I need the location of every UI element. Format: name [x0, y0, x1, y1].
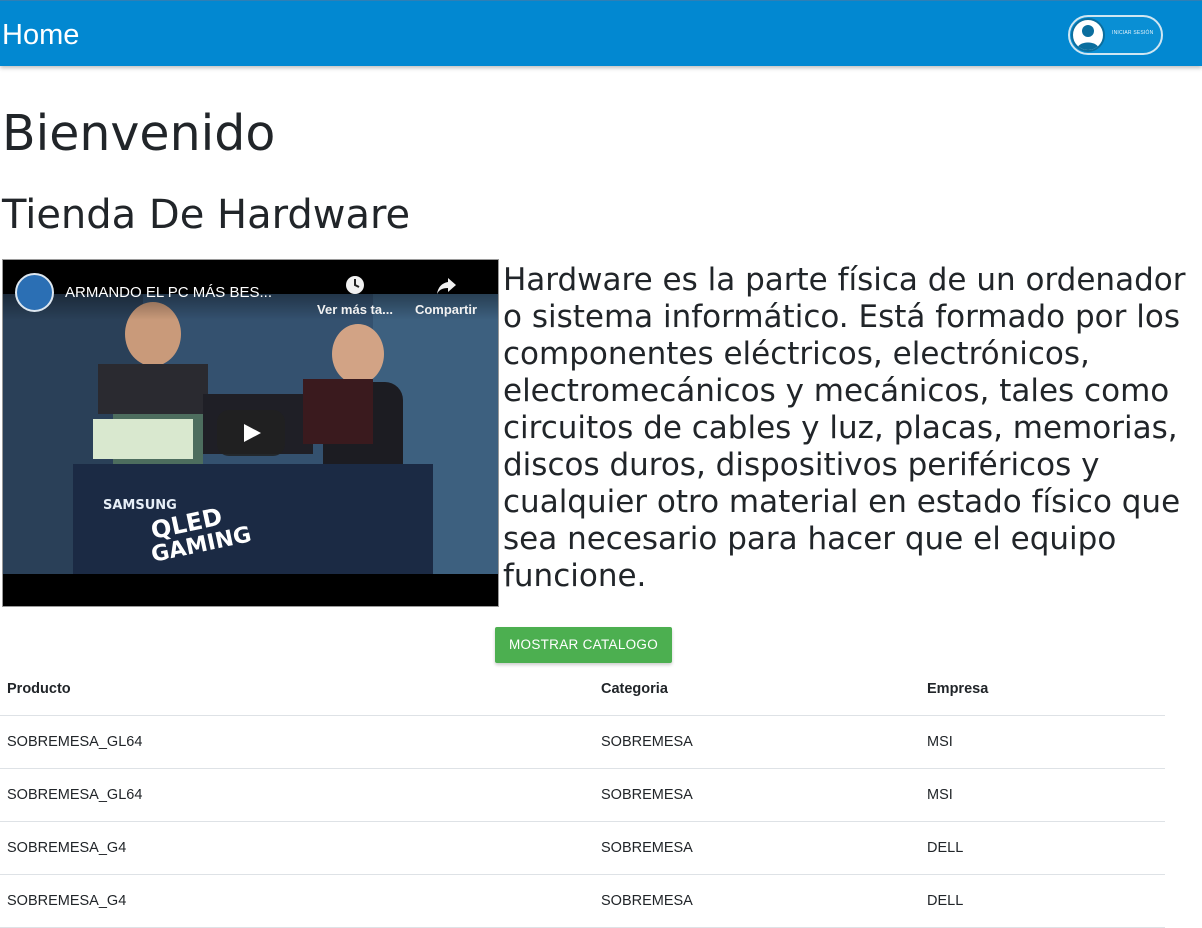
share-arrow-icon	[437, 278, 456, 294]
video-title[interactable]: ARMANDO EL PC MÁS BES...	[65, 284, 272, 301]
watch-later-label: Ver más ta...	[317, 302, 393, 317]
table-cell-company: MSI	[927, 787, 953, 803]
page-title: Bienvenido	[2, 105, 276, 162]
column-header-category: Categoria	[601, 681, 668, 697]
user-avatar-icon	[1071, 18, 1105, 52]
column-header-product: Producto	[7, 681, 71, 697]
top-navbar: Home INICIAR SESIÓN	[0, 0, 1202, 66]
channel-logo-icon[interactable]	[15, 273, 54, 312]
table-header-row: Producto Categoria Empresa	[0, 663, 1165, 716]
table-cell-product: SOBREMESA_G4	[7, 840, 127, 856]
table-cell-product: SOBREMESA_GL64	[7, 734, 143, 750]
nav-home-link[interactable]: Home	[2, 18, 79, 52]
svg-text:SAMSUNG: SAMSUNG	[103, 498, 177, 513]
table-row: SOBREMESA_GL64 SOBREMESA MSI	[0, 769, 1165, 822]
share-label: Compartir	[414, 302, 478, 317]
play-icon[interactable]	[217, 410, 285, 456]
table-cell-category: SOBREMESA	[601, 893, 693, 909]
login-button[interactable]: INICIAR SESIÓN	[1068, 15, 1163, 55]
table-cell-company: MSI	[927, 734, 953, 750]
show-catalog-button[interactable]: MOSTRAR CATALOGO	[495, 627, 672, 663]
clock-icon	[346, 276, 364, 294]
table-row: SOBREMESA_GL64 SOBREMESA MSI	[0, 716, 1165, 769]
table-cell-product: SOBREMESA_G4	[7, 893, 127, 909]
hardware-description: Hardware es la parte física de un ordena…	[503, 262, 1186, 594]
share-button[interactable]: Compartir	[404, 274, 488, 317]
table-cell-category: SOBREMESA	[601, 840, 693, 856]
table-cell-product: SOBREMESA_GL64	[7, 787, 143, 803]
products-table: Producto Categoria Empresa SOBREMESA_GL6…	[0, 663, 1165, 928]
table-cell-company: DELL	[927, 840, 964, 856]
login-label: INICIAR SESIÓN	[1112, 30, 1154, 36]
watch-later-button[interactable]: Ver más ta...	[313, 274, 397, 317]
table-row: SOBREMESA_G4 SOBREMESA DELL	[0, 875, 1165, 928]
page-subtitle: Tienda De Hardware	[2, 192, 411, 238]
table-row: SOBREMESA_G4 SOBREMESA DELL	[0, 822, 1165, 875]
column-header-company: Empresa	[927, 681, 989, 697]
table-cell-category: SOBREMESA	[601, 734, 693, 750]
table-cell-company: DELL	[927, 893, 964, 909]
video-player[interactable]: SAMSUNG QLED GAMING ARMANDO EL PC MÁS BE…	[2, 259, 499, 607]
table-cell-category: SOBREMESA	[601, 787, 693, 803]
